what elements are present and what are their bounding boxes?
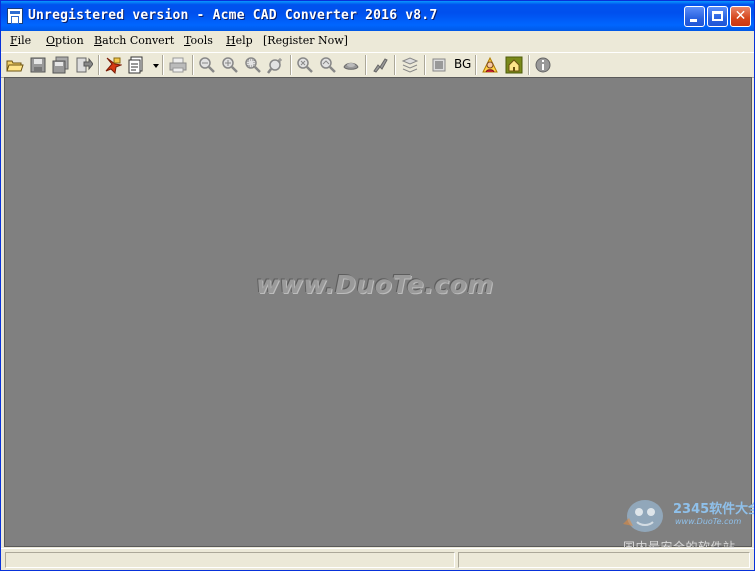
- toolbar-separator: [424, 55, 426, 75]
- home-icon[interactable]: [505, 56, 523, 74]
- menu-tools[interactable]: Tools: [184, 34, 213, 47]
- logo-url: www.DuoTe.com: [675, 517, 742, 526]
- toolbar-separator: [162, 55, 164, 75]
- window-title: Unregistered version - Acme CAD Converte…: [28, 8, 438, 23]
- zoom-previous-icon[interactable]: [319, 56, 337, 74]
- export-icon[interactable]: [75, 56, 93, 74]
- menu-register-now[interactable]: [Register Now]: [263, 34, 348, 47]
- zoom-realtime-icon[interactable]: [267, 56, 285, 74]
- toolbar-separator: [290, 55, 292, 75]
- zoom-in-icon[interactable]: [221, 56, 239, 74]
- minimize-icon: [690, 19, 697, 22]
- app-icon[interactable]: [7, 8, 23, 24]
- menu-file[interactable]: File: [10, 34, 31, 47]
- toolbar: BG: [1, 52, 754, 78]
- toolbar-separator: [528, 55, 530, 75]
- save-all-icon[interactable]: [52, 56, 70, 74]
- site-logo: 2345软件大全 www.DuoTe.com 国内最安全的软件站: [615, 494, 755, 556]
- close-button[interactable]: ✕: [730, 6, 751, 27]
- toolbar-separator: [475, 55, 477, 75]
- toolbar-separator: [394, 55, 396, 75]
- menu-bar: File Option Batch Convert Tools Help [Re…: [1, 31, 754, 51]
- maximize-button[interactable]: [707, 6, 728, 27]
- toolbar-separator: [365, 55, 367, 75]
- print-icon[interactable]: [169, 56, 187, 74]
- drawing-canvas[interactable]: www.DuoTe.com 2345软件大全 www.DuoTe.com 国内最…: [4, 77, 754, 554]
- app-window: Unregistered version - Acme CAD Converte…: [0, 0, 755, 571]
- register-user-icon[interactable]: [481, 56, 499, 74]
- status-pane-secondary: [458, 552, 750, 568]
- close-icon: ✕: [734, 8, 747, 24]
- menu-batch-convert[interactable]: Batch Convert: [94, 34, 174, 47]
- zoom-out-icon[interactable]: [198, 56, 216, 74]
- toolbar-separator: [98, 55, 100, 75]
- status-pane-main: [5, 552, 455, 568]
- pan-icon[interactable]: [342, 56, 360, 74]
- save-icon[interactable]: [29, 56, 47, 74]
- title-bar[interactable]: Unregistered version - Acme CAD Converte…: [1, 1, 754, 31]
- batch-print-icon[interactable]: [128, 56, 146, 74]
- zoom-extents-icon[interactable]: [296, 56, 314, 74]
- menu-option[interactable]: Option: [46, 34, 84, 47]
- layers-icon[interactable]: [401, 56, 419, 74]
- convert-icon[interactable]: [104, 56, 122, 74]
- maximize-icon: [712, 11, 723, 21]
- about-icon[interactable]: [534, 56, 552, 74]
- bg-color-button[interactable]: BG: [454, 57, 471, 71]
- chevron-down-icon[interactable]: [147, 56, 159, 74]
- zoom-window-icon[interactable]: [244, 56, 262, 74]
- open-folder-icon[interactable]: [6, 56, 24, 74]
- black-white-icon[interactable]: [430, 56, 448, 74]
- redraw-icon[interactable]: [371, 56, 389, 74]
- status-bar: [1, 548, 754, 570]
- toolbar-separator: [192, 55, 194, 75]
- watermark-text: www.DuoTe.com: [256, 270, 494, 299]
- menu-help[interactable]: Help: [226, 34, 253, 47]
- logo-brand: 2345软件大全: [673, 502, 755, 517]
- mascot-icon: [623, 500, 663, 532]
- minimize-button[interactable]: [684, 6, 705, 27]
